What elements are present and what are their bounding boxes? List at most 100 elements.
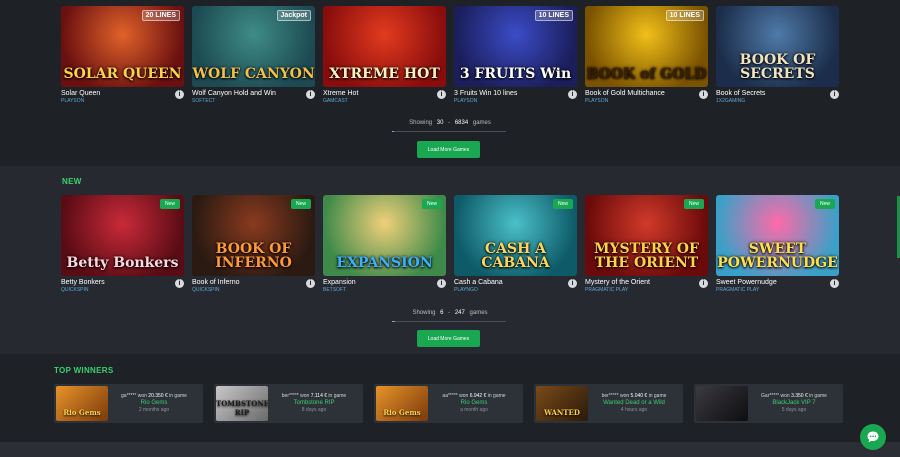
load-more-button[interactable]: Load More Games [417,141,480,158]
game-thumbnail[interactable]: EXPANSION New [323,195,446,276]
game-card[interactable]: BOOK of GOLD 10 LINES Book of Gold Multic… [585,6,708,109]
info-icon[interactable]: i [699,279,708,288]
winner-thumb-title: Rio Gems [63,408,101,417]
winner-game-thumbnail[interactable]: Rio Gems [56,386,108,421]
win-time: 8 days ago [301,407,327,413]
game-thumbnail[interactable]: XTREME HOT [323,6,446,87]
winner-user: aa***** [442,393,458,399]
game-thumbnail[interactable]: CASH A CABANA New [454,195,577,276]
winner-game-link[interactable]: Tombstone RIP [268,400,360,407]
game-provider: Pragmatic Play [716,287,760,293]
game-thumbnail[interactable]: MYSTERY OF THE ORIENT New [585,195,708,276]
info-icon[interactable]: i [175,279,184,288]
game-thumbnail[interactable]: WOLF CANYON Jackpot [192,6,315,87]
winner-game-link[interactable]: Rio Gems [108,400,200,407]
win-time: 4 hours ago [620,407,648,413]
game-card[interactable]: BOOK OF INFERNO New Book of Inferno Quicks… [192,195,315,298]
winner-game-thumbnail[interactable]: WANTED [536,386,588,421]
in-game-label: in game [487,393,506,399]
game-name[interactable]: Sweet Powernudge [716,278,777,287]
in-game-label: in game [648,393,667,399]
game-provider: Playson [585,98,609,104]
game-thumbnail[interactable]: Betty Bonkers New [61,195,184,276]
win-amount: 5.040 € [630,393,648,399]
game-card[interactable]: MYSTERY OF THE ORIENT New Mystery of the … [585,195,708,298]
game-thumbnail[interactable]: BOOK OF SECRETS [716,6,839,87]
game-card[interactable]: EXPANSION New Expansion Betsoft i [323,195,446,298]
game-card[interactable]: Betty Bonkers New Betty Bonkers Quickspin i [61,195,184,298]
winner-card[interactable]: Rio Gems ga***** won 20.350 € in game Ri… [54,384,203,423]
game-art-title: SOLAR QUEEN [63,66,182,82]
info-icon[interactable]: i [830,279,839,288]
game-name[interactable]: 3 Fruits Win 10 lines [454,89,517,98]
total-count: 6834 [454,120,469,126]
game-name[interactable]: Book of Inferno [192,278,239,287]
game-name[interactable]: Xtreme Hot [323,89,358,98]
winner-user: ga***** [121,393,137,399]
game-thumbnail[interactable]: BOOK OF INFERNO New [192,195,315,276]
winner-card[interactable]: Gar***** won 3.350 € in game BlackJack V… [694,384,843,423]
load-more-button[interactable]: Load More Games [417,330,480,347]
count-separator: - [448,310,451,316]
game-art-title: Betty Bonkers [66,255,179,271]
info-icon[interactable]: i [437,279,446,288]
info-icon[interactable]: i [830,90,839,99]
info-icon[interactable]: i [568,279,577,288]
info-icon[interactable]: i [437,90,446,99]
won-label: won [300,393,310,399]
winner-game-link[interactable]: Rio Gems [428,400,520,407]
game-name[interactable]: Cash a Cabana [454,278,503,287]
winner-game-link[interactable]: Wanted Dead or a Wild [588,400,680,407]
games-count-text: Showing 6 - 247 games [0,310,900,316]
shown-count: 6 [440,310,444,316]
info-icon[interactable]: i [699,90,708,99]
game-provider: Playson [61,98,85,104]
game-provider: Pragmatic Play [585,287,629,293]
game-name[interactable]: Book of Gold Multichance [585,89,665,98]
game-card[interactable]: BOOK OF SECRETS Book of Secrets 1x2Gaming… [716,6,839,109]
winner-game-link[interactable]: BlackJack VIP 7 [748,400,840,407]
live-chat-button[interactable] [860,424,886,450]
game-provider: Playson [454,98,478,104]
info-icon[interactable]: i [568,90,577,99]
game-provider: 1x2Gaming [716,98,746,104]
new-badge: New [290,199,311,209]
won-label: won [619,393,630,399]
game-name[interactable]: Wolf Canyon Hold and Win [192,89,276,98]
game-card[interactable]: XTREME HOT Xtreme Hot Gamcast i [323,6,446,109]
game-card[interactable]: SWEET POWERNUDGE New Sweet Powernudge Prag… [716,195,839,298]
info-icon[interactable]: i [306,90,315,99]
game-name[interactable]: Expansion [323,278,356,287]
winner-game-thumbnail[interactable] [696,386,748,421]
winner-card[interactable]: TOMBSTONE RIP ber***** won 7.114 € in ga… [214,384,363,423]
game-thumbnail[interactable]: SWEET POWERNUDGE New [716,195,839,276]
info-icon[interactable]: i [175,90,184,99]
game-art-title: BOOK OF SECRETS [739,52,816,82]
winner-card[interactable]: Rio Gems aa***** won 6.942 € in game Rio… [374,384,523,423]
game-name[interactable]: Book of Secrets [716,89,765,98]
game-provider: Quickspin [61,287,89,293]
game-card[interactable]: CASH A CABANA New Cash a Cabana Playngo i [454,195,577,298]
game-name[interactable]: Mystery of the Orient [585,278,650,287]
game-thumbnail[interactable]: 3 FRUITS Win 10 LINES [454,6,577,87]
count-separator: - [448,120,451,126]
game-thumbnail[interactable]: BOOK of GOLD 10 LINES [585,6,708,87]
game-thumbnail[interactable]: SOLAR QUEEN 20 LINES [61,6,184,87]
win-amount: 3.350 € [791,393,808,399]
game-card[interactable]: SOLAR QUEEN 20 LINES Solar Queen Playson i [61,6,184,109]
new-badge: New [552,199,573,209]
info-icon[interactable]: i [306,279,315,288]
new-badge: New [159,199,180,209]
game-card[interactable]: WOLF CANYON Jackpot Wolf Canyon Hold and … [192,6,315,109]
section-title: NEW [62,177,82,186]
winner-game-thumbnail[interactable]: Rio Gems [376,386,428,421]
new-badge: New [421,199,442,209]
game-name[interactable]: Betty Bonkers [61,278,105,287]
win-time: a month ago [460,407,488,413]
lines-badge: 10 LINES [534,10,573,21]
game-name[interactable]: Solar Queen [61,89,100,98]
progress-fill [392,321,395,322]
game-card[interactable]: 3 FRUITS Win 10 LINES 3 Fruits Win 10 lin… [454,6,577,109]
winner-card[interactable]: WANTED ber***** won 5.040 € in game Want… [534,384,683,423]
winner-game-thumbnail[interactable]: TOMBSTONE RIP [216,386,268,421]
